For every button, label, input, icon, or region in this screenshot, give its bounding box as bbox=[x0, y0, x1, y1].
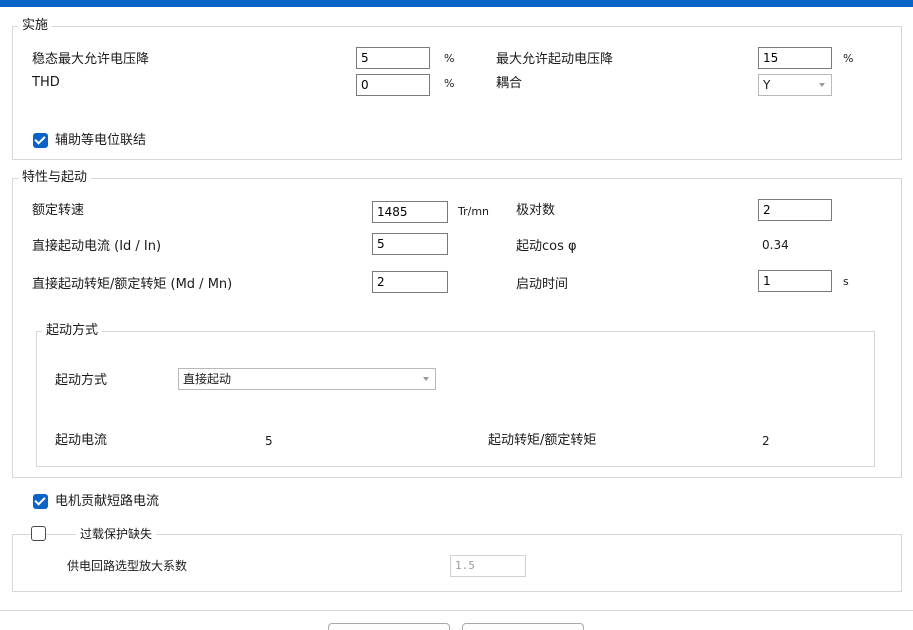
chevron-down-icon bbox=[423, 377, 429, 381]
window-title-bar bbox=[0, 0, 913, 7]
overload-checkbox[interactable] bbox=[31, 526, 46, 541]
cancel-button[interactable] bbox=[462, 623, 584, 630]
start-time-label: 启动时间 bbox=[516, 277, 569, 292]
coupling-label: 耦合 bbox=[496, 76, 523, 91]
start-time-unit: s bbox=[843, 275, 849, 288]
direct-current-input[interactable]: 5 bbox=[372, 233, 448, 255]
rated-speed-unit: Tr/mn bbox=[458, 205, 490, 218]
amplification-factor-input: 1.5 bbox=[450, 555, 526, 577]
start-time-input[interactable]: 1 bbox=[758, 270, 832, 292]
max-start-drop-label: 最大允许起动电压降 bbox=[496, 52, 614, 67]
implementation-legend: 实施 bbox=[18, 18, 53, 34]
chevron-down-icon bbox=[819, 83, 825, 87]
direct-torque-label: 直接起动转矩/额定转矩 (Md / Mn) bbox=[32, 277, 233, 292]
thd-unit: % bbox=[444, 77, 455, 90]
torque-ratio-label: 起动转矩/额定转矩 bbox=[488, 433, 597, 448]
pole-pairs-input[interactable]: 2 bbox=[758, 199, 832, 221]
start-mode-value: 直接起动 bbox=[183, 372, 232, 386]
steady-drop-input[interactable]: 5 bbox=[356, 47, 430, 69]
ok-button[interactable] bbox=[328, 623, 450, 630]
pole-pairs-label: 极对数 bbox=[516, 203, 556, 218]
motor-contribution-checkbox[interactable] bbox=[33, 494, 48, 509]
start-current-label: 起动电流 bbox=[55, 433, 108, 448]
steady-drop-label: 稳态最大允许电压降 bbox=[32, 52, 150, 67]
rated-speed-input[interactable]: 1485 bbox=[372, 201, 448, 223]
coupling-value: Y bbox=[763, 78, 771, 92]
torque-ratio-value: 2 bbox=[762, 434, 770, 448]
start-mode-select[interactable]: 直接起动 bbox=[178, 368, 436, 390]
max-start-drop-input[interactable]: 15 bbox=[758, 47, 832, 69]
aux-bond-label: 辅助等电位联结 bbox=[55, 133, 147, 148]
start-mode-group bbox=[36, 331, 875, 467]
start-mode-legend: 起动方式 bbox=[42, 323, 103, 339]
thd-input[interactable]: 0 bbox=[356, 74, 430, 96]
amplification-factor-label: 供电回路选型放大系数 bbox=[67, 559, 188, 573]
start-current-value: 5 bbox=[265, 434, 273, 448]
characteristics-legend: 特性与起动 bbox=[18, 170, 92, 186]
rated-speed-label: 额定转速 bbox=[32, 203, 85, 218]
start-cos-value: 0.34 bbox=[762, 238, 789, 252]
footer-divider bbox=[0, 610, 913, 611]
direct-torque-input[interactable]: 2 bbox=[372, 271, 448, 293]
overload-legend: 过载保护缺失 bbox=[76, 526, 157, 542]
steady-drop-unit: % bbox=[444, 52, 455, 65]
thd-label: THD bbox=[32, 75, 60, 90]
motor-contribution-label: 电机贡献短路电流 bbox=[55, 494, 160, 509]
start-mode-label: 起动方式 bbox=[55, 373, 108, 388]
aux-bond-checkbox[interactable] bbox=[33, 133, 48, 148]
coupling-select[interactable]: Y bbox=[758, 74, 832, 96]
max-start-drop-unit: % bbox=[843, 52, 854, 65]
start-cos-label: 起动cos φ bbox=[516, 239, 577, 254]
direct-current-label: 直接起动电流 (Id / In) bbox=[32, 239, 162, 254]
